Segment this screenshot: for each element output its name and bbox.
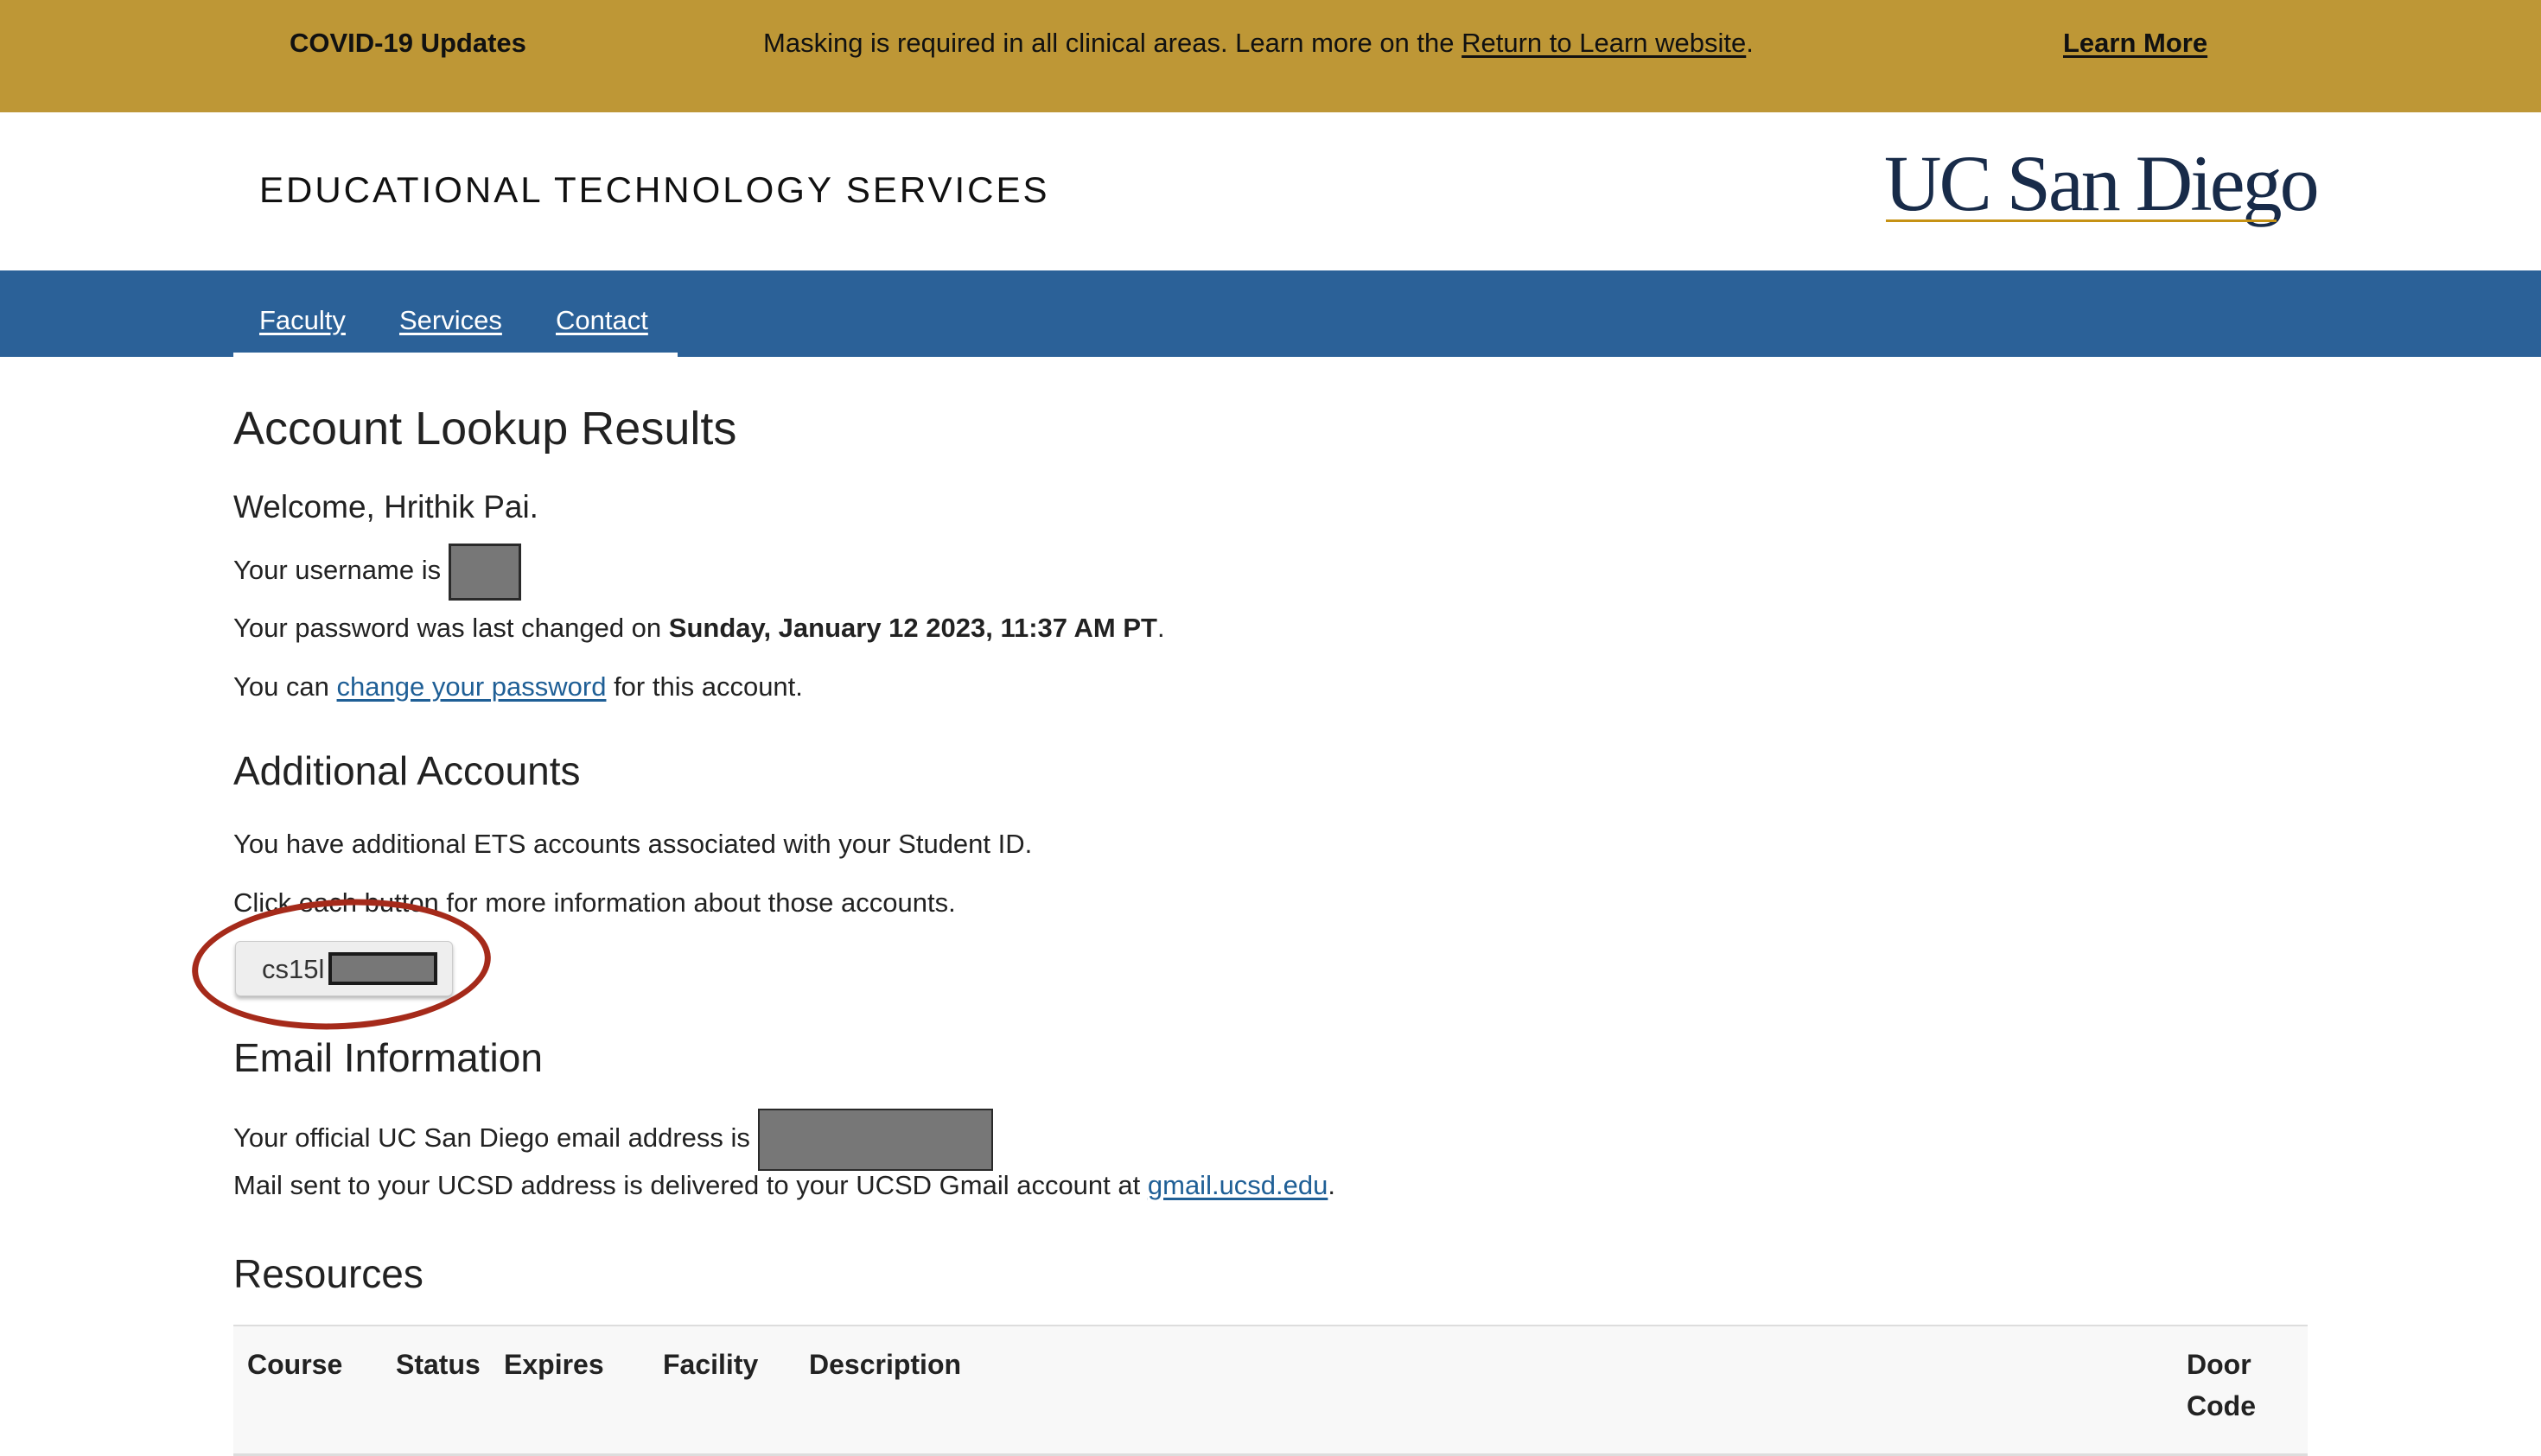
column-header-course: Course [247, 1349, 343, 1380]
additional-accounts-text: You have additional ETS accounts associa… [233, 829, 1033, 859]
nav-item-faculty[interactable]: Faculty [259, 305, 346, 336]
username-line: Your username is [233, 544, 521, 601]
learn-more-link[interactable]: Learn More [2063, 28, 2207, 59]
change-password-line: You can change your password for this ac… [233, 671, 803, 703]
password-changed-label: Your password was last changed on [233, 613, 669, 643]
email-address-label: Your official UC San Diego email address… [233, 1122, 758, 1154]
password-changed-suffix: . [1156, 613, 1165, 643]
email-address-redacted [757, 1109, 993, 1171]
covid-banner: COVID-19 Updates Masking is required in … [0, 0, 2541, 112]
column-header-status: Status [396, 1349, 481, 1380]
covid-banner-message: Masking is required in all clinical area… [763, 28, 1754, 59]
password-changed-line: Your password was last changed on Sunday… [233, 613, 1165, 644]
additional-accounts-heading: Additional Accounts [233, 748, 581, 793]
mail-delivery-line: Mail sent to your UCSD address is delive… [233, 1170, 1335, 1201]
column-header-facility: Facility [663, 1349, 759, 1380]
change-password-prefix: You can [233, 671, 337, 702]
logo-wordmark: UC San Diego [1884, 139, 2320, 227]
ucsd-logo[interactable]: UC San Diego [1884, 143, 2320, 228]
site-header: EDUCATIONAL TECHNOLOGY SERVICES UC San D… [0, 112, 2541, 270]
covid-message-suffix: . [1746, 28, 1754, 58]
site-title[interactable]: EDUCATIONAL TECHNOLOGY SERVICES [259, 169, 1050, 211]
resources-table: Course Status Expires Facility Descripti… [233, 1325, 2308, 1456]
logo-underline [1886, 219, 2277, 222]
welcome-text: Welcome, Hrithik Pai. [233, 489, 538, 525]
main-nav: Faculty Services Contact [0, 270, 2541, 357]
covid-banner-title: COVID-19 Updates [290, 28, 526, 58]
nav-item-contact[interactable]: Contact [556, 305, 648, 336]
column-header-door-code: Door Code [2187, 1349, 2256, 1421]
resources-heading: Resources [233, 1251, 424, 1296]
mail-delivery-suffix: . [1328, 1170, 1336, 1200]
password-changed-date: Sunday, January 12 2023, 11:37 AM PT [668, 613, 1157, 643]
column-header-description: Description [809, 1349, 962, 1380]
return-to-learn-link[interactable]: Return to Learn website [1462, 28, 1746, 58]
covid-message-text: Masking is required in all clinical area… [763, 28, 1462, 58]
gmail-link[interactable]: gmail.ucsd.edu [1148, 1170, 1328, 1200]
change-password-link[interactable]: change your password [337, 671, 607, 702]
nav-item-services[interactable]: Services [399, 305, 502, 336]
nav-active-underline [233, 353, 678, 357]
column-header-expires: Expires [504, 1349, 604, 1380]
mail-delivery-text: Mail sent to your UCSD address is delive… [233, 1170, 1148, 1200]
username-label: Your username is [233, 555, 449, 586]
username-redacted [448, 544, 521, 601]
email-address-line: Your official UC San Diego email address… [233, 1109, 993, 1171]
change-password-suffix: for this account. [606, 671, 803, 702]
email-information-heading: Email Information [233, 1035, 543, 1080]
page-title: Account Lookup Results [233, 403, 737, 455]
